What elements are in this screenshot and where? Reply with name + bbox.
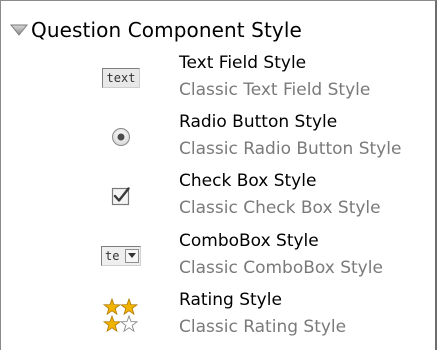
style-name: Rating Style	[179, 290, 282, 310]
style-item-combobox[interactable]: te ComboBox Style Classic ComboBox Style	[101, 227, 436, 285]
triangle-down-icon[interactable]	[7, 20, 31, 40]
combobox-icon: te	[101, 227, 141, 285]
style-item-text-field[interactable]: text Text Field Style Classic Text Field…	[101, 49, 436, 107]
section-title: Question Component Style	[31, 18, 302, 42]
style-description: Classic Radio Button Style	[179, 139, 402, 159]
style-item-check-box[interactable]: Check Box Style Classic Check Box Style	[101, 167, 436, 225]
section-header[interactable]: Question Component Style	[7, 15, 302, 45]
style-item-rating[interactable]: Rating Style Classic Rating Style	[101, 286, 436, 344]
text-field-icon-label: text	[102, 68, 140, 88]
style-description: Classic Check Box Style	[179, 198, 381, 218]
style-description: Classic ComboBox Style	[179, 258, 383, 278]
style-name: Radio Button Style	[179, 112, 338, 132]
dropdown-arrow-icon	[125, 249, 139, 263]
combobox-icon-label: te	[105, 249, 120, 263]
style-name: Check Box Style	[179, 171, 317, 191]
style-item-radio-button[interactable]: Radio Button Style Classic Radio Button …	[101, 108, 436, 166]
radio-button-icon	[101, 108, 141, 166]
style-name: Text Field Style	[179, 53, 307, 73]
rating-stars-icon	[101, 286, 141, 344]
style-name: ComboBox Style	[179, 231, 319, 251]
style-panel: Question Component Style text Text Field…	[0, 0, 437, 350]
checkbox-icon	[101, 167, 141, 225]
style-description: Classic Text Field Style	[179, 80, 371, 100]
style-description: Classic Rating Style	[179, 317, 347, 337]
text-field-icon: text	[101, 49, 141, 107]
